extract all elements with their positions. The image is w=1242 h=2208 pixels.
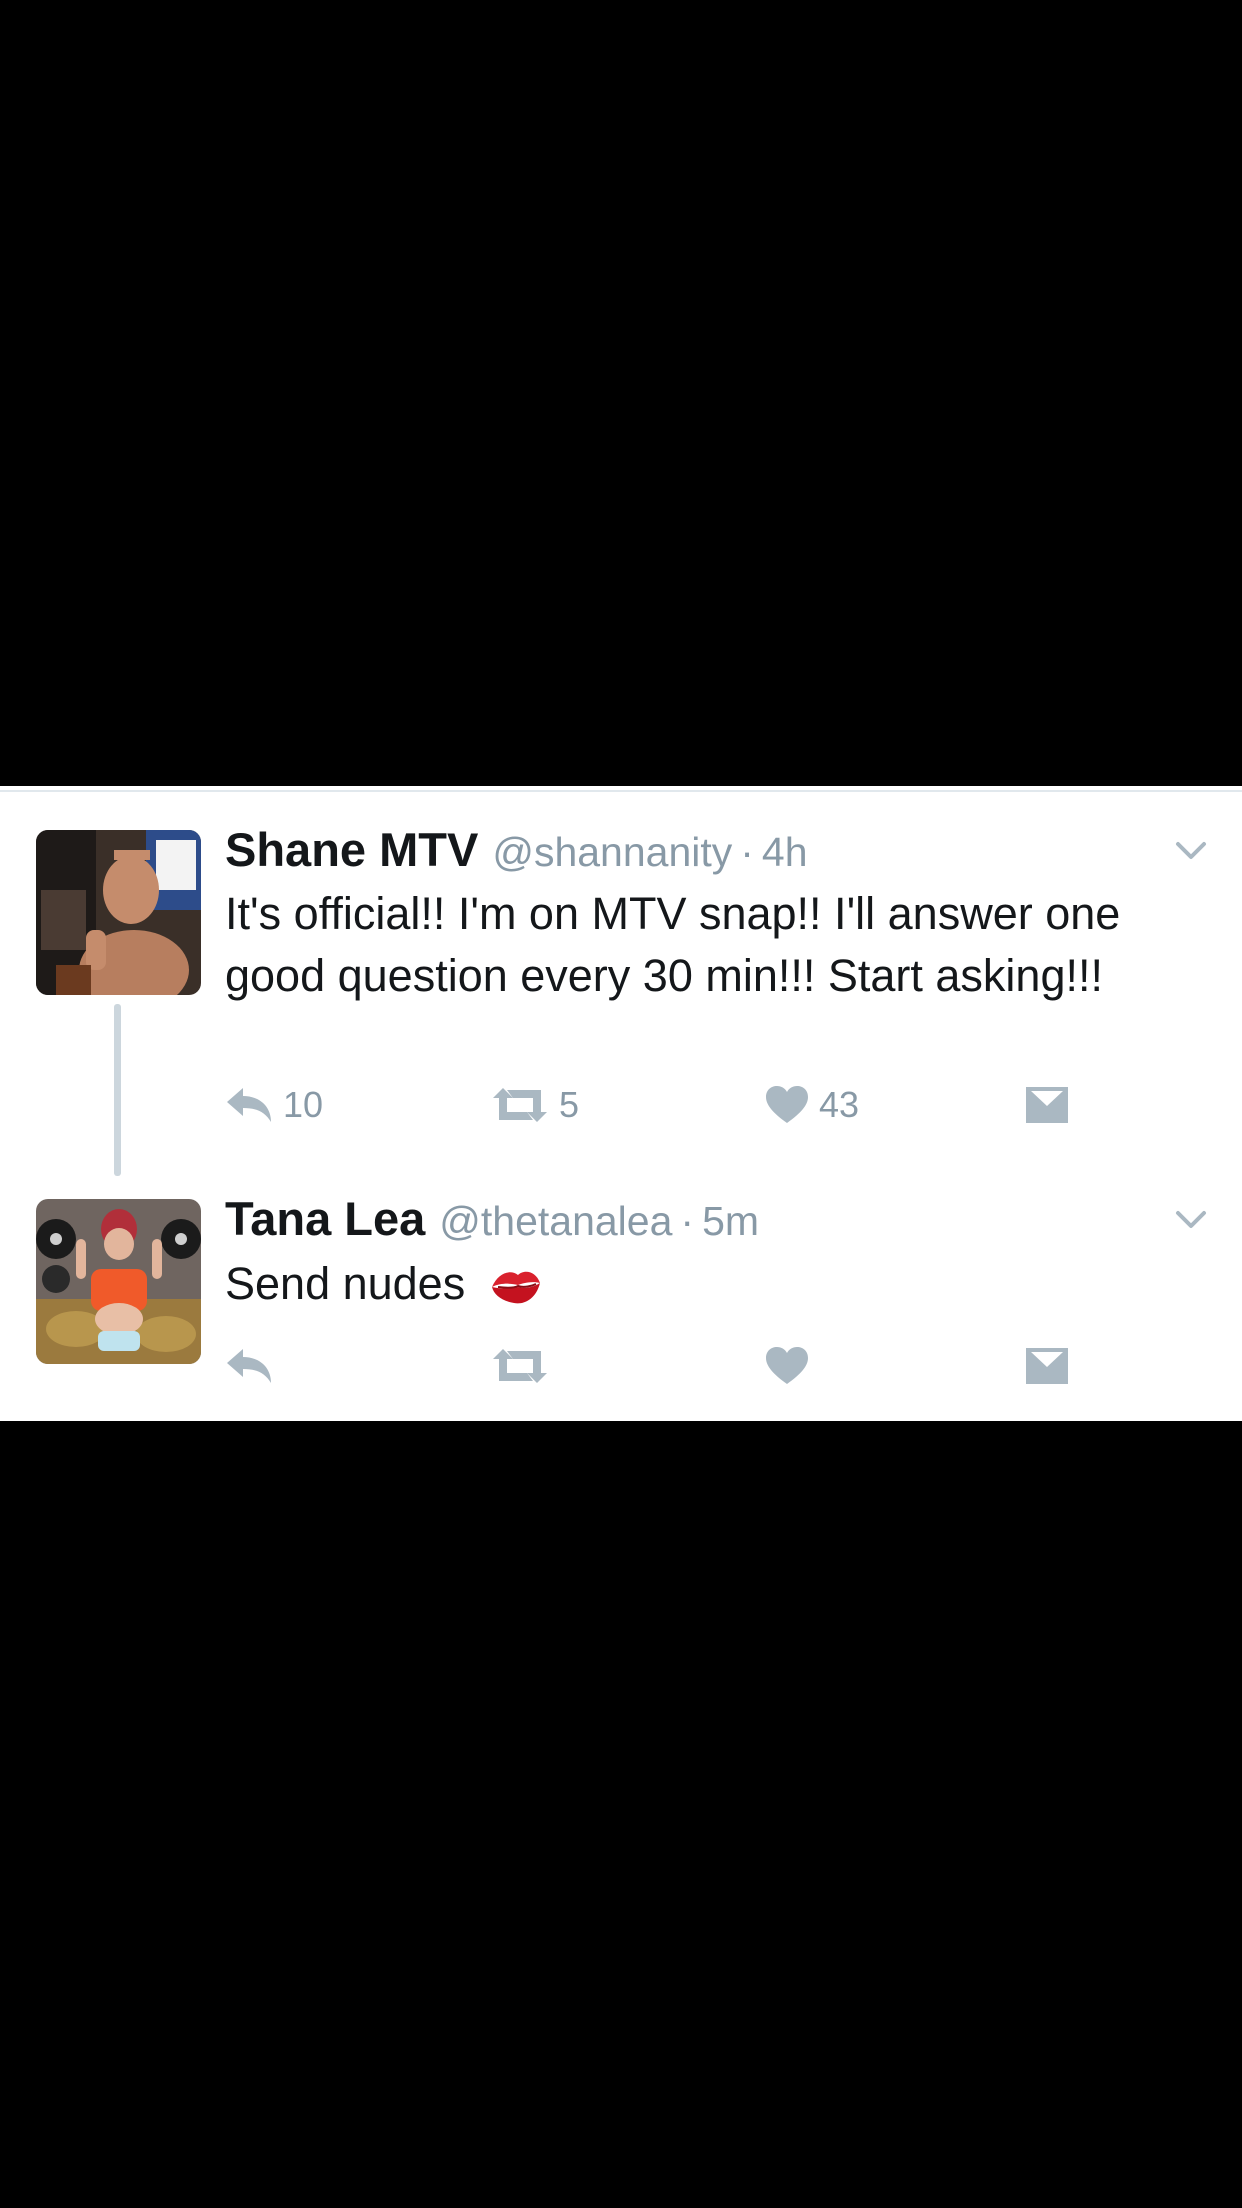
retweet-icon	[493, 1349, 547, 1383]
like-count: 43	[819, 1084, 860, 1125]
tweet-text: Send nudes	[225, 1258, 466, 1309]
direct-message-button[interactable]	[1025, 1341, 1069, 1391]
heart-icon	[766, 1086, 808, 1123]
thread-connector-line	[114, 1004, 121, 1176]
retweet-button[interactable]	[491, 1341, 549, 1391]
username[interactable]: @thetanalea	[439, 1198, 672, 1245]
bottom-letterbox	[0, 1421, 1242, 2208]
direct-message-icon	[1026, 1348, 1068, 1384]
avatar[interactable]	[36, 830, 201, 995]
retweet-count: 5	[559, 1084, 580, 1125]
avatar-photo	[36, 830, 201, 995]
tweet-text-container: Send nudes	[225, 1253, 1205, 1315]
avatar-photo	[36, 1199, 201, 1364]
divider	[0, 790, 1242, 792]
tweet-header: Shane MTV @shannanity · 4h	[225, 822, 808, 882]
heart-icon	[766, 1347, 808, 1384]
direct-message-icon	[1026, 1087, 1068, 1123]
avatar[interactable]	[36, 1199, 201, 1364]
display-name[interactable]: Shane MTV	[225, 822, 478, 877]
chevron-down-icon[interactable]	[1172, 832, 1210, 870]
tweet-header: Tana Lea @thetanalea · 5m	[225, 1191, 759, 1251]
direct-message-button[interactable]	[1025, 1080, 1069, 1130]
tweet-actions	[225, 1341, 1125, 1391]
like-button[interactable]: 43	[765, 1080, 859, 1130]
reply-button[interactable]	[225, 1341, 273, 1391]
username[interactable]: @shannanity	[492, 829, 732, 876]
retweet-button[interactable]: 5	[491, 1080, 579, 1130]
reply-count: 10	[283, 1084, 324, 1125]
timestamp[interactable]: 5m	[702, 1198, 759, 1245]
like-button[interactable]	[765, 1341, 809, 1391]
display-name[interactable]: Tana Lea	[225, 1191, 425, 1246]
separator-dot: ·	[680, 1198, 695, 1244]
chevron-down-icon[interactable]	[1172, 1201, 1210, 1239]
separator-dot: ·	[740, 829, 754, 875]
tweet-thread-card: Shane MTV @shannanity · 4h It's official…	[0, 786, 1242, 1421]
retweet-icon	[493, 1088, 547, 1122]
kiss-mark-emoji-icon	[491, 1271, 540, 1304]
top-letterbox	[0, 0, 1242, 786]
timestamp[interactable]: 4h	[762, 829, 808, 876]
reply-icon	[227, 1349, 271, 1383]
tweet-actions: 10 5 43	[225, 1080, 1125, 1130]
reply-button[interactable]: 10	[225, 1080, 323, 1130]
tweet-text: It's official!! I'm on MTV snap!! I'll a…	[225, 888, 1121, 1001]
reply-icon	[227, 1088, 271, 1122]
